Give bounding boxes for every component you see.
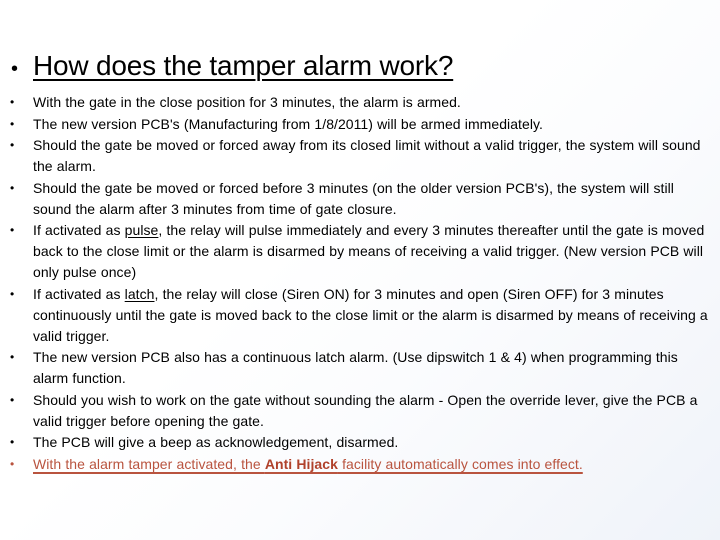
list-item: • Should the gate be moved or forced awa… — [8, 135, 714, 177]
bullet-marker-icon: • — [10, 116, 15, 131]
bullet-marker-icon: • — [10, 286, 15, 301]
list-item: • The new version PCB also has a continu… — [8, 347, 714, 389]
bullet-marker-icon: • — [10, 350, 15, 364]
bullet-marker-icon: • — [10, 180, 15, 195]
list-item-text-post: facility automatically comes into effect… — [337, 455, 583, 472]
bullet-marker-icon: • — [10, 435, 15, 449]
list-item: • If activated as latch, the relay will … — [8, 284, 714, 347]
list-item: • Should you wish to work on the gate wi… — [8, 390, 714, 432]
bullet-marker-icon: • — [10, 95, 15, 109]
list-item: • The PCB will give a beep as acknowledg… — [8, 432, 714, 453]
list-item: • The new version PCB's (Manufacturing f… — [8, 114, 714, 135]
bullet-marker-icon: • — [10, 456, 15, 471]
bullet-marker-icon: • — [10, 223, 15, 237]
bullet-list: • With the gate in the close position fo… — [8, 92, 714, 475]
bullet-marker-icon: • — [10, 392, 15, 407]
emphasis-latch: latch — [124, 285, 155, 302]
slide-title-row: • How does the tamper alarm work? — [8, 50, 708, 82]
list-item: • Should the gate be moved or forced bef… — [8, 178, 714, 220]
list-item-text: The PCB will give a beep as acknowledgem… — [33, 434, 399, 450]
list-item-text: Should the gate be moved or forced away … — [33, 137, 701, 174]
list-item-text: Should you wish to work on the gate with… — [33, 391, 698, 429]
title-bullet-icon: • — [11, 58, 19, 80]
list-item-text: With the alarm tamper activated, the Ant… — [33, 454, 714, 475]
page-title: How does the tamper alarm work? — [33, 50, 454, 81]
list-item-text: Should the gate be moved or forced befor… — [33, 179, 674, 217]
list-item-anti-hijack: • With the alarm tamper activated, the A… — [8, 454, 714, 475]
slide-canvas: • How does the tamper alarm work? • With… — [0, 0, 720, 540]
list-item-text-pre: If activated as — [33, 222, 125, 238]
list-item: • With the gate in the close position fo… — [8, 92, 714, 113]
list-item-text: If activated as latch, the relay will cl… — [33, 284, 714, 347]
list-item-text-pre: If activated as — [33, 285, 125, 302]
emphasis-pulse: pulse — [124, 222, 159, 238]
bullet-marker-icon: • — [10, 138, 15, 152]
list-item: • If activated as pulse, the relay will … — [8, 220, 714, 283]
list-item-text: With the gate in the close position for … — [33, 94, 461, 110]
list-item-text: The new version PCB also has a continuou… — [33, 349, 678, 386]
emphasis-anti-hijack: Anti Hijack — [264, 455, 338, 472]
list-item-text: If activated as pulse, the relay will pu… — [33, 220, 714, 283]
list-item-text-pre: With the alarm tamper activated, the — [33, 455, 265, 472]
list-item-text: The new version PCB's (Manufacturing fro… — [33, 115, 543, 132]
